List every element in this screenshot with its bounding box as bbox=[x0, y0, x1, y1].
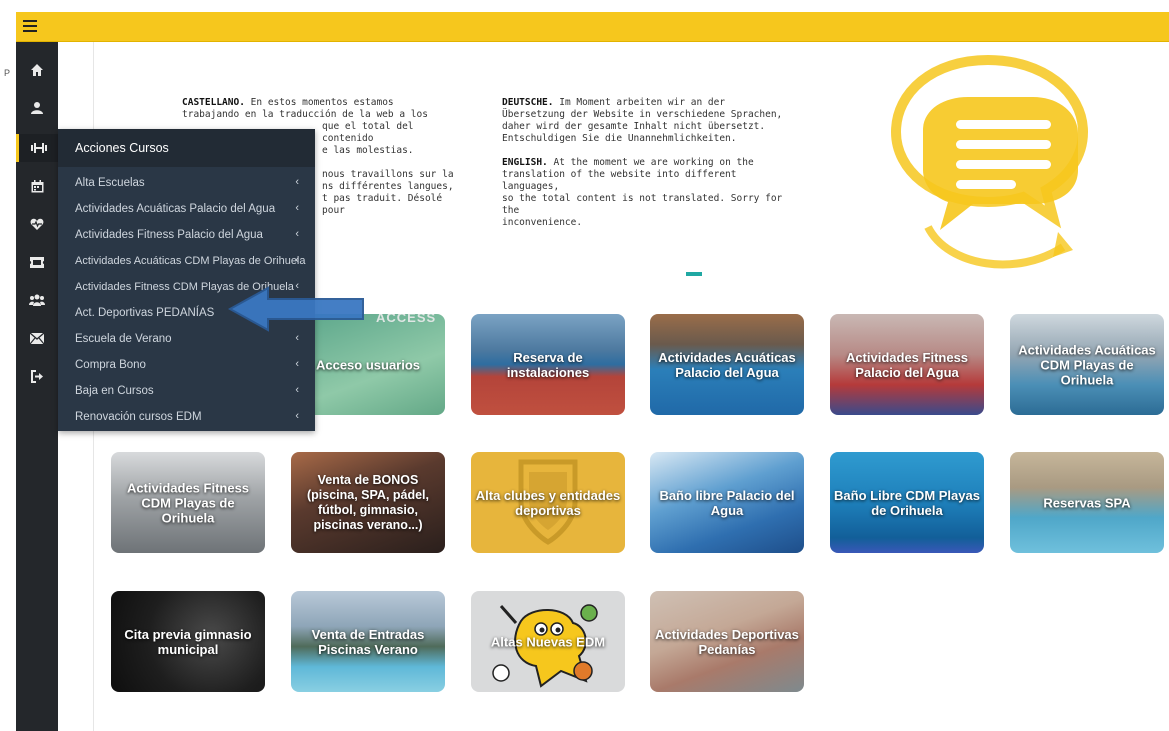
tile-reservas-spa[interactable]: Reservas SPA bbox=[1010, 452, 1164, 553]
menu-item-baja-cursos[interactable]: Baja en Cursos ‹ bbox=[58, 378, 315, 404]
tile-actividades-pedanias[interactable]: Actividades Deportivas Pedanías bbox=[650, 591, 804, 692]
tile-cita-gimnasio[interactable]: Cita previa gimnasio municipal bbox=[111, 591, 265, 692]
speech-bubbles-icon bbox=[890, 54, 1089, 269]
tile-acuaticas-cdm[interactable]: Actividades Acuáticas CDM Playas de Orih… bbox=[1010, 314, 1164, 415]
dumbbell-icon[interactable] bbox=[16, 134, 58, 162]
calendar-icon[interactable] bbox=[16, 172, 58, 200]
tile-alta-clubes[interactable]: Alta clubes y entidades deportivas bbox=[471, 452, 625, 553]
tile-venta-entradas[interactable]: Venta de Entradas Piscinas Verano bbox=[291, 591, 445, 692]
chevron-left-icon: ‹ bbox=[295, 410, 299, 422]
menu-item-fitness-palacio[interactable]: Actividades Fitness Palacio del Agua ‹ bbox=[58, 222, 315, 248]
hamburger-icon[interactable] bbox=[22, 17, 42, 37]
chevron-left-icon: ‹ bbox=[295, 332, 299, 344]
menu-item-renovacion-edm[interactable]: Renovación cursos EDM ‹ bbox=[58, 404, 315, 430]
sidebar bbox=[16, 42, 58, 731]
home-icon[interactable] bbox=[16, 56, 58, 84]
menu-item-compra-bono[interactable]: Compra Bono ‹ bbox=[58, 352, 315, 378]
tile-bano-libre-cdm[interactable]: Baño Libre CDM Playas de Orihuela bbox=[830, 452, 984, 553]
chevron-left-icon: ‹ bbox=[295, 358, 299, 370]
carousel-indicator[interactable] bbox=[686, 272, 702, 276]
chevron-left-icon: ‹ bbox=[295, 202, 299, 214]
highlight-arrow-icon bbox=[228, 286, 364, 332]
tile-fitness-palacio[interactable]: Actividades Fitness Palacio del Agua bbox=[830, 314, 984, 415]
menu-item-acuaticas-palacio[interactable]: Actividades Acuáticas Palacio del Agua ‹ bbox=[58, 196, 315, 222]
mail-icon[interactable] bbox=[16, 324, 58, 352]
chevron-left-icon: ‹ bbox=[295, 228, 299, 240]
group-icon[interactable] bbox=[16, 286, 58, 314]
tile-altas-nuevas-edm[interactable]: Altas Nuevas EDM bbox=[471, 591, 625, 692]
tile-venta-bonos[interactable]: Venta de BONOS (piscina, SPA, pádel, fút… bbox=[291, 452, 445, 553]
dropdown-header: Acciones Cursos bbox=[58, 129, 315, 167]
tile-reserva-instalaciones[interactable]: Reserva de instalaciones bbox=[471, 314, 625, 415]
tile-fitness-cdm[interactable]: Actividades Fitness CDM Playas de Orihue… bbox=[111, 452, 265, 553]
chevron-left-icon: ‹ bbox=[295, 254, 299, 266]
top-bar bbox=[16, 12, 1169, 42]
tile-bano-libre-palacio[interactable]: Baño libre Palacio del Agua bbox=[650, 452, 804, 553]
ticket-icon[interactable] bbox=[16, 248, 58, 276]
user-icon[interactable] bbox=[16, 94, 58, 122]
menu-item-alta-escuelas[interactable]: Alta Escuelas ‹ bbox=[58, 170, 315, 196]
notice-deutsche: DEUTSCHE. Im Moment arbeiten wir an der … bbox=[502, 97, 783, 228]
tile-acuaticas-palacio[interactable]: Actividades Acuáticas Palacio del Agua bbox=[650, 314, 804, 415]
chevron-left-icon: ‹ bbox=[295, 176, 299, 188]
logout-icon[interactable] bbox=[16, 362, 58, 390]
browser-left-edge: P bbox=[0, 0, 16, 731]
menu-item-acuaticas-cdm[interactable]: Actividades Acuáticas CDM Playas de Orih… bbox=[58, 248, 315, 274]
heartbeat-icon[interactable] bbox=[16, 210, 58, 238]
chevron-left-icon: ‹ bbox=[295, 384, 299, 396]
acciones-cursos-dropdown: Acciones Cursos Alta Escuelas ‹ Actividad… bbox=[58, 129, 315, 431]
